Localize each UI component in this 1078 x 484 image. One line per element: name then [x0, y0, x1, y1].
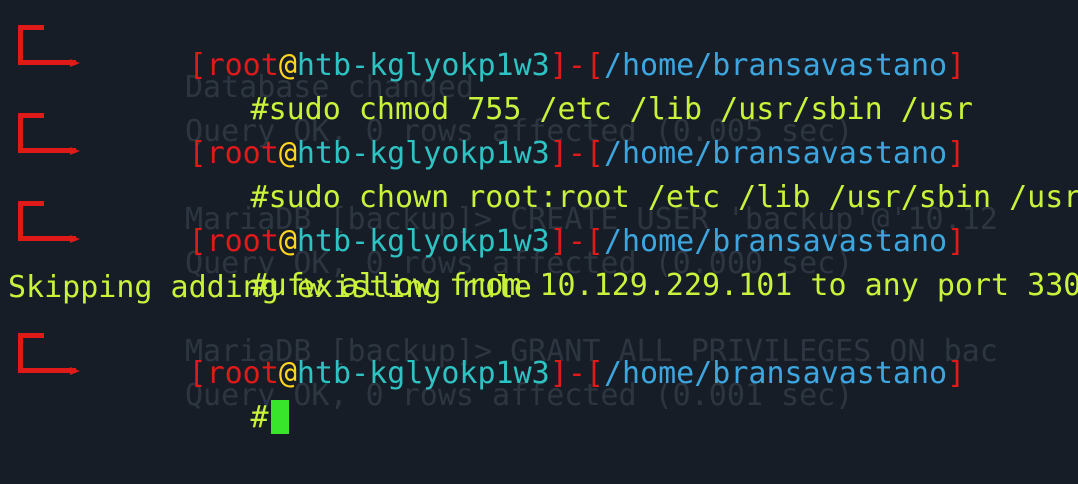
prompt-block: [root@htb-kglyokp1w3]-[/home/bransavasta…: [0, 0, 1078, 127]
prompt-symbol: #: [250, 400, 269, 435]
path-bracket: [: [585, 356, 604, 391]
active-prompt-block[interactable]: [root@htb-kglyokp1w3]-[/home/bransavasta…: [0, 308, 1078, 435]
terminal-window[interactable]: Database changed Query OK, 0 rows affect…: [0, 0, 1078, 435]
command-output: Skipping adding existing rule: [8, 270, 532, 305]
path-bracket: ]: [947, 356, 966, 391]
text-cursor: [270, 400, 289, 434]
prompt-path: /home/bransavastano: [603, 356, 948, 391]
prompt-block: [root@htb-kglyokp1w3]-[/home/bransavasta…: [0, 88, 1078, 215]
prompt-dash: -: [567, 356, 586, 391]
prompt-host: htb-kglyokp1w3: [296, 356, 550, 391]
prompt-bracket: ]: [549, 356, 568, 391]
prompt-block: [root@htb-kglyokp1w3]-[/home/bransavasta…: [0, 176, 1078, 303]
